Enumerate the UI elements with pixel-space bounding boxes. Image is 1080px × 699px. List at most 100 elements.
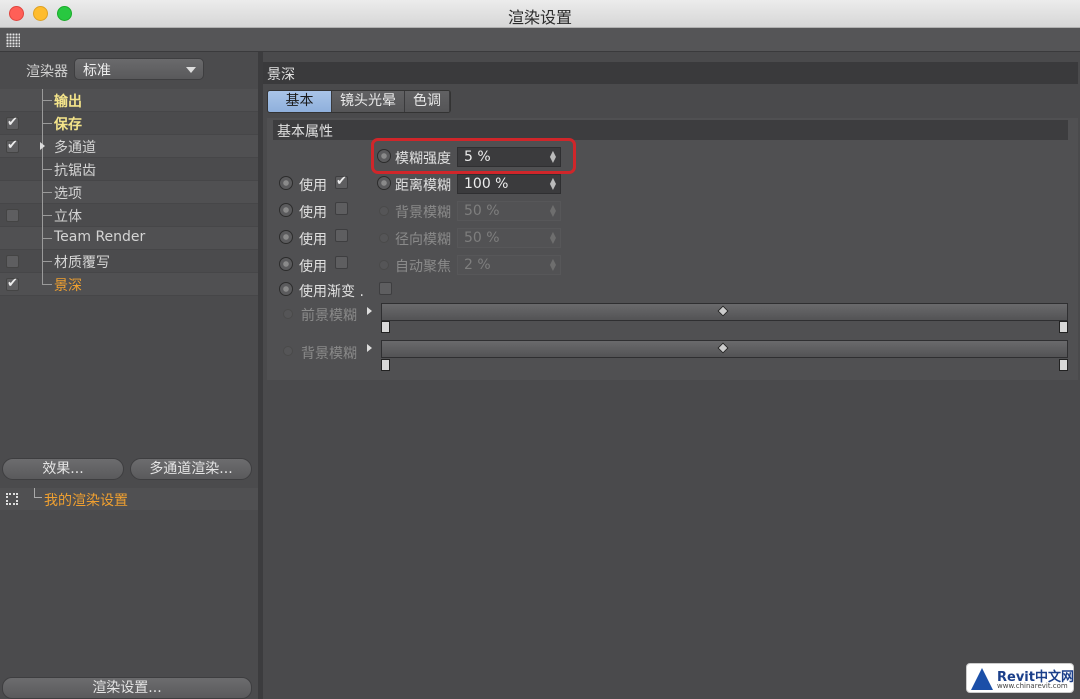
use-radial-checkbox[interactable]	[335, 229, 348, 242]
watermark-url: www.chinarevit.com	[997, 682, 1068, 690]
tab-color-tone[interactable]: 色调	[405, 91, 450, 112]
preset-row[interactable]: 我的渲染设置	[0, 488, 258, 510]
chevron-down-icon	[186, 67, 196, 73]
gradient-midpoint-handle[interactable]	[717, 342, 729, 354]
use-distance-checkbox[interactable]	[335, 174, 348, 189]
use-autofocus-radio[interactable]	[279, 257, 293, 271]
background-blur-radio[interactable]	[379, 206, 389, 216]
gradient-start-knob[interactable]	[381, 359, 390, 371]
use-distance-radio[interactable]	[279, 176, 293, 190]
watermark-logo: Revit中文网 www.chinarevit.com	[966, 663, 1074, 693]
left-panel: 渲染器 标准 输出保存多通道抗锯齿选项立体 Team Render 材质覆写景深 效…	[0, 52, 258, 699]
distance-blur-label: 距离模糊	[395, 178, 451, 194]
spinner-icon[interactable]: ▲ ▼	[550, 231, 556, 245]
distance-blur-field[interactable]: 100 % ▲ ▼	[457, 174, 561, 194]
blur-strength-radio[interactable]	[377, 149, 391, 163]
background-gradient-radio[interactable]	[283, 346, 293, 356]
enable-checkbox[interactable]	[6, 209, 19, 222]
enable-checkbox[interactable]	[6, 138, 19, 153]
basic-properties-panel: 基本属性 模糊强度 5 % ▲▼ 使用 距离模糊 100 % ▲▼ 使用 背景模…	[267, 118, 1078, 380]
tree-item[interactable]: 抗锯齿	[0, 158, 258, 181]
renderer-select[interactable]: 标准	[74, 58, 204, 80]
tree-item[interactable]: 景深	[0, 273, 258, 296]
use-label: 使用	[299, 205, 327, 221]
spinner-icon[interactable]: ▲ ▼	[550, 150, 556, 164]
tree-item-label: 景深	[54, 278, 82, 294]
grid-menu-icon[interactable]	[6, 33, 20, 47]
tree-item[interactable]: 立体	[0, 204, 258, 227]
tab-basic[interactable]: 基本	[268, 91, 332, 112]
foreground-blur-radio[interactable]	[283, 309, 293, 319]
radial-blur-label: 径向模糊	[395, 232, 451, 248]
section-title: 景深	[267, 67, 295, 83]
tree-connector	[42, 238, 52, 239]
gradient-end-knob[interactable]	[1059, 321, 1068, 333]
tree-item-label: 立体	[54, 209, 82, 225]
right-panel: 景深 基本 镜头光晕 色调 基本属性 模糊强度 5 % ▲▼ 使用 距离模糊 1…	[263, 52, 1080, 699]
distance-blur-radio[interactable]	[377, 176, 391, 190]
spinner-icon[interactable]: ▲ ▼	[550, 204, 556, 218]
tree-item[interactable]: 选项	[0, 181, 258, 204]
enable-checkbox[interactable]	[6, 276, 19, 291]
spinner-icon[interactable]: ▲ ▼	[550, 177, 556, 191]
distance-blur-value: 100 %	[464, 176, 509, 192]
tree-item[interactable]: 输出	[0, 89, 258, 112]
gradient-end-knob[interactable]	[1059, 359, 1068, 371]
use-radial-radio[interactable]	[279, 230, 293, 244]
radial-blur-value: 50 %	[464, 230, 500, 246]
foreground-blur-gradient[interactable]	[381, 303, 1068, 321]
background-blur-field[interactable]: 50 % ▲ ▼	[457, 201, 561, 221]
title-bar: 渲染设置	[0, 0, 1080, 28]
background-gradient-label: 背景模糊	[301, 346, 357, 362]
expand-arrow-icon[interactable]	[367, 307, 372, 315]
background-blur-gradient[interactable]	[381, 340, 1068, 358]
preset-icon	[6, 493, 18, 505]
renderer-label: 渲染器	[26, 64, 68, 80]
tree-connector	[42, 192, 52, 193]
tree-item-label: 输出	[54, 94, 82, 110]
gradient-start-knob[interactable]	[381, 321, 390, 333]
foreground-blur-label: 前景模糊	[301, 308, 357, 324]
spinner-icon[interactable]: ▲ ▼	[550, 258, 556, 272]
gradient-midpoint-handle[interactable]	[717, 305, 729, 317]
enable-checkbox[interactable]	[6, 255, 19, 268]
use-gradient-label: 使用渐变 .	[299, 284, 364, 300]
effects-button[interactable]: 效果...	[2, 458, 124, 480]
use-label: 使用	[299, 178, 327, 194]
renderer-value: 标准	[83, 63, 111, 79]
tree-item[interactable]: 多通道	[0, 135, 258, 158]
tree-item[interactable]: 材质覆写	[0, 250, 258, 273]
expand-arrow-icon[interactable]	[367, 344, 372, 352]
multipass-render-button[interactable]: 多通道渲染...	[130, 458, 252, 480]
tree-item-label: 保存	[54, 117, 82, 133]
auto-focus-radio[interactable]	[379, 260, 389, 270]
tree-item-label: 抗锯齿	[54, 163, 96, 179]
use-autofocus-checkbox[interactable]	[335, 256, 348, 269]
tree-connector	[42, 100, 52, 101]
tree-item-label: Team Render	[54, 229, 146, 245]
tab-lens-flare[interactable]: 镜头光晕	[332, 91, 405, 112]
group-header: 基本属性	[273, 120, 1068, 140]
expand-arrow-icon[interactable]	[40, 142, 45, 150]
use-gradient-radio[interactable]	[279, 282, 293, 296]
tree-connector	[34, 488, 42, 498]
blur-strength-field[interactable]: 5 % ▲ ▼	[457, 147, 561, 167]
radial-blur-radio[interactable]	[379, 233, 389, 243]
use-background-radio[interactable]	[279, 203, 293, 217]
tree-item-label: 材质覆写	[54, 255, 110, 271]
tree-item-label: 选项	[54, 186, 82, 202]
tab-bar: 基本 镜头光晕 色调	[267, 90, 451, 113]
tree-item[interactable]: Team Render	[0, 227, 258, 250]
blur-strength-value: 5 %	[464, 149, 491, 165]
radial-blur-field[interactable]: 50 % ▲ ▼	[457, 228, 561, 248]
auto-focus-field[interactable]: 2 % ▲ ▼	[457, 255, 561, 275]
enable-checkbox[interactable]	[6, 115, 19, 130]
tree-connector	[42, 261, 52, 262]
background-blur-value: 50 %	[464, 203, 500, 219]
preset-label: 我的渲染设置	[44, 493, 128, 509]
render-settings-button[interactable]: 渲染设置...	[2, 677, 252, 699]
section-header: 景深	[263, 62, 1078, 84]
use-gradient-checkbox[interactable]	[379, 282, 392, 295]
tree-item[interactable]: 保存	[0, 112, 258, 135]
use-background-checkbox[interactable]	[335, 202, 348, 215]
